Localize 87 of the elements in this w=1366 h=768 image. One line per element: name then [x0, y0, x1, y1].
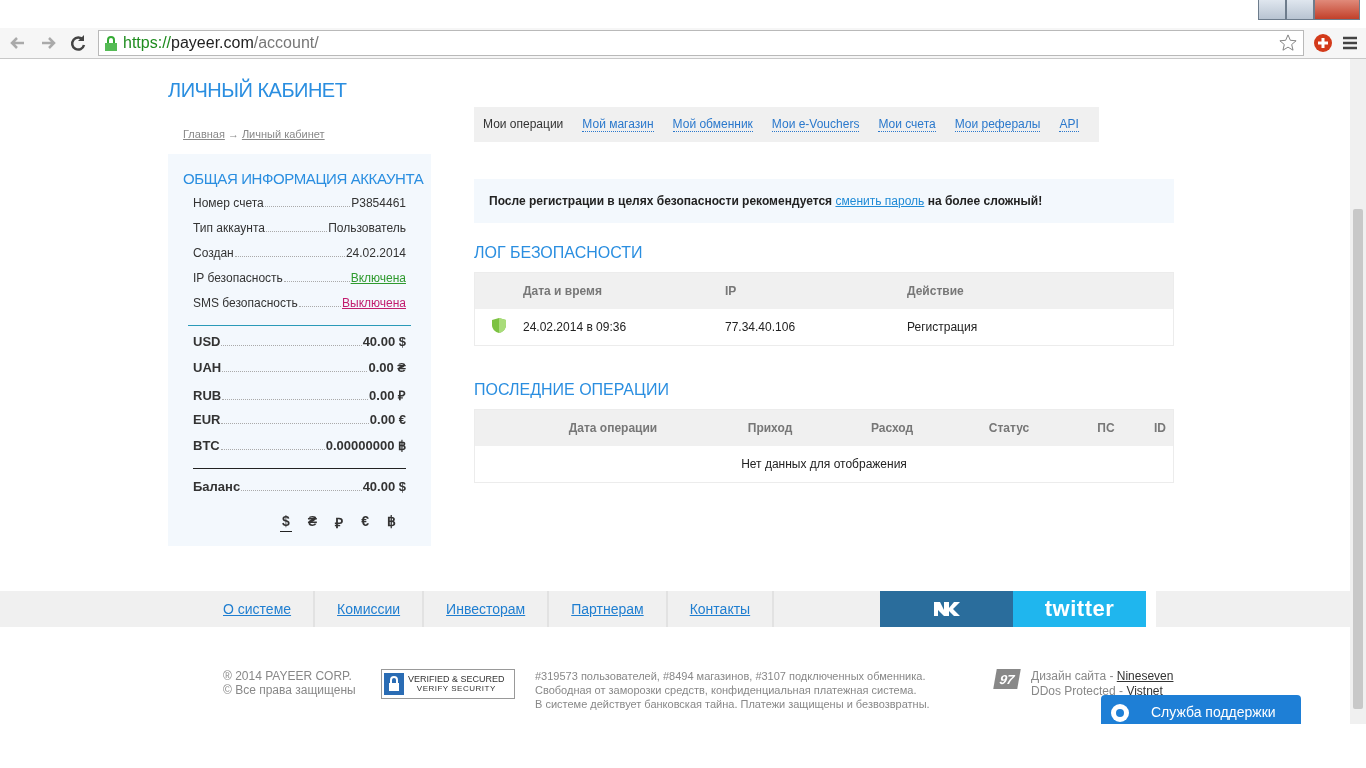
panel-title: ОБЩАЯ ИНФОРМАЦИЯ АККАУНТА — [183, 170, 424, 187]
breadcrumb-link[interactable]: Личный кабинет — [241, 128, 325, 140]
currency-amount: 0.00 € — [369, 412, 406, 427]
currency-amount: 0.00000000 ฿ — [325, 438, 406, 453]
security-notice: После регистрации в целях безопасности рекомендуется сменить пароль на более сложный! — [474, 179, 1174, 223]
star-icon[interactable] — [1279, 34, 1297, 52]
tab[interactable]: Мой магазин — [582, 117, 654, 132]
vk-logo-icon — [932, 601, 961, 617]
tab[interactable]: API — [1059, 117, 1079, 132]
page-title: ЛИЧНЫЙ КАБИНЕТ — [168, 79, 347, 102]
column-header: Приход — [709, 409, 831, 446]
restore-button[interactable] — [1286, 0, 1314, 20]
column-header: Дата операции — [517, 409, 709, 446]
empty-message: Нет данных для отображения — [741, 457, 907, 471]
currency-label: RUB — [193, 388, 222, 403]
footer-link[interactable]: Партнерам — [549, 591, 668, 627]
info-label: Создан — [193, 246, 234, 260]
currency-switch[interactable]: ₽ — [333, 513, 346, 532]
footer-link[interactable]: О системе — [180, 591, 316, 627]
info-label: IP безопасность — [193, 271, 283, 285]
vk-logo-button[interactable] — [880, 591, 1013, 627]
minimize-button[interactable] — [1258, 0, 1286, 20]
support-button[interactable]: Служба поддержки — [1101, 695, 1301, 724]
info-value: P3854461 — [351, 196, 406, 210]
currency-label: BTC — [193, 438, 220, 453]
footer-link[interactable]: Инвесторам — [424, 591, 550, 627]
close-button[interactable] — [1314, 0, 1360, 20]
info-label: Тип аккаунта — [193, 221, 265, 235]
column-header: Расход — [831, 409, 953, 446]
currency-switch[interactable]: ₴ — [305, 513, 320, 532]
currency-label: EUR — [193, 412, 221, 427]
verified-badge[interactable]: VERIFIED & SECURED VERIFY SECURITY — [381, 669, 515, 699]
currency-switch[interactable]: ฿ — [384, 513, 398, 532]
padlock-icon — [384, 673, 404, 695]
breadcrumb-link[interactable]: Главная — [183, 128, 225, 140]
tab[interactable]: Мои операции — [483, 117, 564, 132]
change-password-link[interactable]: сменить пароль — [835, 194, 925, 208]
tab[interactable]: Мои счета — [878, 117, 936, 132]
footer-link[interactable]: Контакты — [667, 591, 775, 627]
column-header: Дата и время — [522, 272, 724, 309]
column-header: Статус — [953, 409, 1065, 446]
table-cell: 24.02.2014 в 09:36 — [522, 309, 724, 346]
copyright-text: ® 2014 PAYEER CORP. — [223, 669, 353, 683]
breadcrumb-separator: → — [227, 128, 239, 140]
column-header: ПС — [1065, 409, 1147, 446]
info-label: SMS безопасность — [193, 296, 298, 310]
tab[interactable]: Мои e-Vouchers — [771, 117, 860, 132]
info-value: 24.02.2014 — [345, 246, 406, 260]
column-header: ID — [1147, 409, 1174, 446]
currency-label: UAH — [193, 360, 222, 375]
credit-label: DDos Protected - — [1031, 684, 1124, 698]
tab[interactable]: Мои рефералы — [954, 117, 1041, 132]
info-value: Пользователь — [328, 221, 406, 235]
credit-link[interactable]: Nineseven — [1116, 669, 1174, 683]
section-title: ЛОГ БЕЗОПАСНОСТИ — [474, 244, 643, 262]
designer-logo: 97 — [993, 669, 1021, 689]
balance-label: Баланс — [193, 479, 241, 494]
lock-icon — [105, 35, 117, 51]
chat-icon — [1111, 704, 1129, 722]
tab[interactable]: Мой обменник — [672, 117, 753, 132]
twitter-logo-button[interactable]: twitter — [1013, 591, 1146, 627]
currency-label: USD — [193, 334, 221, 349]
currency-amount: 0.00 ₽ — [369, 387, 406, 404]
copyright-text: © Все права защищены — [223, 683, 357, 697]
section-title: ПОСЛЕДНИЕ ОПЕРАЦИИ — [474, 381, 669, 399]
currency-switch[interactable]: € — [359, 513, 371, 532]
table-cell: Регистрация — [906, 309, 1174, 346]
currency-switch[interactable]: $ — [280, 513, 292, 532]
balance-amount: 40.00 $ — [362, 479, 406, 494]
extension-icon[interactable] — [1314, 34, 1332, 52]
footer-text: В системе действует банковская тайна. Платежи защищены и безвозвратны. — [535, 697, 931, 711]
info-label: Номер счета — [193, 196, 264, 210]
footer-text: Свободная от заморозки средств, конфиденциальная платежная система. — [535, 683, 918, 697]
credit-link[interactable]: Vistnet — [1126, 684, 1163, 698]
reload-icon[interactable] — [68, 33, 88, 53]
currency-amount: 0.00 ₴ — [368, 360, 406, 375]
address-bar[interactable]: https://payeer.com/account/ — [98, 30, 1304, 56]
credit-label: Дизайн сайта - — [1031, 669, 1114, 683]
menu-icon[interactable] — [1342, 35, 1358, 51]
footer-link[interactable]: Комиссии — [315, 591, 425, 627]
currency-amount: 40.00 $ — [362, 334, 406, 349]
shield-icon — [491, 318, 506, 333]
column-header: IP — [724, 272, 906, 309]
status-link[interactable]: Включена — [350, 271, 406, 285]
status-link[interactable]: Выключена — [342, 296, 406, 310]
column-header: Действие — [906, 272, 1174, 309]
table-cell: 77.34.40.106 — [724, 309, 906, 346]
